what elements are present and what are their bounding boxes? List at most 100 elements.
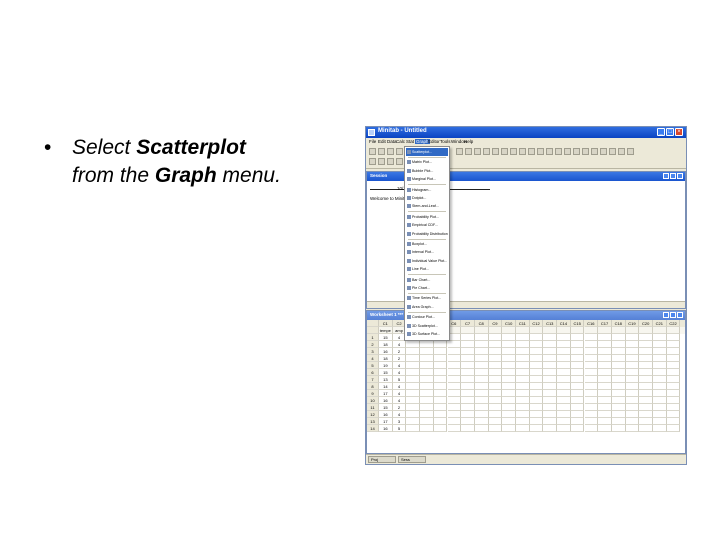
graph-menu-item[interactable]: Individual Value Plot... — [406, 257, 448, 265]
table-cell[interactable] — [488, 348, 503, 355]
table-cell[interactable] — [474, 355, 489, 362]
graph-menu-item[interactable]: Probability Distribution Plot... — [406, 230, 448, 238]
table-cell[interactable] — [474, 397, 489, 404]
table-cell[interactable]: 15 — [379, 334, 393, 341]
table-cell[interactable] — [543, 397, 558, 404]
table-cell[interactable] — [502, 362, 516, 369]
table-cell[interactable] — [516, 334, 530, 341]
table-cell[interactable] — [461, 355, 475, 362]
line-style-icon[interactable] — [609, 148, 616, 155]
menu-edit[interactable]: Edit — [378, 139, 386, 144]
table-cell[interactable] — [557, 341, 571, 348]
table-cell[interactable] — [433, 411, 448, 418]
table-cell[interactable] — [502, 348, 516, 355]
table-cell[interactable] — [420, 376, 434, 383]
table-cell[interactable]: 17 — [379, 418, 393, 425]
table-cell[interactable] — [557, 376, 571, 383]
table-cell[interactable] — [639, 348, 653, 355]
table-cell[interactable] — [584, 341, 599, 348]
table-cell[interactable] — [474, 376, 489, 383]
table-cell[interactable] — [625, 383, 640, 390]
table-cell[interactable]: 4 — [392, 383, 407, 390]
table-cell[interactable] — [570, 355, 585, 362]
table-cell[interactable] — [584, 383, 599, 390]
table-cell[interactable] — [543, 376, 558, 383]
table-cell[interactable] — [516, 411, 530, 418]
table-cell[interactable] — [433, 418, 448, 425]
table-cell[interactable]: 3 — [392, 418, 407, 425]
table-cell[interactable] — [666, 376, 681, 383]
table-cell[interactable] — [543, 362, 558, 369]
table-cell[interactable] — [653, 404, 667, 411]
table-cell[interactable] — [529, 341, 544, 348]
table-cell[interactable]: 19 — [379, 362, 393, 369]
table-cell[interactable]: 16 — [379, 411, 393, 418]
table-cell[interactable] — [474, 411, 489, 418]
column-name-cell[interactable] — [598, 327, 612, 334]
table-cell[interactable] — [433, 355, 448, 362]
table-cell[interactable] — [502, 411, 516, 418]
table-cell[interactable] — [543, 411, 558, 418]
column-header[interactable]: C22 — [666, 320, 681, 327]
table-cell[interactable] — [557, 348, 571, 355]
column-header[interactable]: C21 — [653, 320, 667, 327]
table-cell[interactable] — [653, 376, 667, 383]
graph-menu-item[interactable]: Scatterplot... — [406, 148, 448, 156]
table-cell[interactable] — [461, 397, 475, 404]
info-icon[interactable] — [483, 148, 490, 155]
table-cell[interactable] — [653, 348, 667, 355]
table-cell[interactable] — [666, 390, 681, 397]
table-cell[interactable] — [488, 376, 503, 383]
close-button[interactable]: × — [675, 128, 683, 136]
table-cell[interactable] — [433, 383, 448, 390]
table-cell[interactable] — [625, 411, 640, 418]
table-cell[interactable] — [406, 418, 421, 425]
column-header[interactable]: C9 — [488, 320, 503, 327]
table-cell[interactable] — [474, 334, 489, 341]
column-name-cell[interactable] — [529, 327, 544, 334]
table-cell[interactable] — [488, 425, 503, 432]
project-manager-tab[interactable]: Proj — [368, 456, 396, 463]
table-cell[interactable] — [529, 397, 544, 404]
table-cell[interactable] — [543, 355, 558, 362]
menu-help[interactable]: Help — [464, 139, 473, 144]
table-cell[interactable] — [529, 425, 544, 432]
table-cell[interactable] — [447, 355, 462, 362]
table-cell[interactable] — [474, 341, 489, 348]
table-cell[interactable]: 16 — [379, 397, 393, 404]
column-header[interactable]: C7 — [461, 320, 475, 327]
table-cell[interactable] — [666, 411, 681, 418]
table-cell[interactable] — [625, 404, 640, 411]
table-cell[interactable] — [529, 348, 544, 355]
table-cell[interactable] — [502, 404, 516, 411]
table-cell[interactable]: 2 — [392, 355, 407, 362]
table-cell[interactable] — [557, 418, 571, 425]
table-cell[interactable] — [557, 355, 571, 362]
table-cell[interactable] — [653, 425, 667, 432]
table-cell[interactable] — [625, 362, 640, 369]
table-cell[interactable] — [461, 425, 475, 432]
column-header[interactable]: C14 — [557, 320, 571, 327]
font-icon[interactable] — [627, 148, 634, 155]
table-cell[interactable] — [516, 355, 530, 362]
table-cell[interactable] — [625, 341, 640, 348]
table-cell[interactable] — [557, 362, 571, 369]
table-cell[interactable] — [639, 397, 653, 404]
menu-calc[interactable]: Calc — [396, 139, 405, 144]
column-name-cell[interactable] — [653, 327, 667, 334]
table-cell[interactable] — [488, 411, 503, 418]
table-cell[interactable] — [570, 334, 585, 341]
table-cell[interactable] — [625, 369, 640, 376]
table-cell[interactable] — [502, 425, 516, 432]
graph-menu-item[interactable]: Empirical CDF... — [406, 221, 448, 229]
table-cell[interactable] — [447, 411, 462, 418]
table-cell[interactable] — [666, 355, 681, 362]
table-cell[interactable] — [529, 383, 544, 390]
table-cell[interactable] — [639, 404, 653, 411]
edit-last-dialog-icon[interactable] — [510, 148, 517, 155]
table-cell[interactable] — [666, 334, 681, 341]
column-name-cell[interactable] — [625, 327, 640, 334]
table-cell[interactable] — [570, 418, 585, 425]
table-cell[interactable] — [625, 390, 640, 397]
table-cell[interactable] — [447, 397, 462, 404]
